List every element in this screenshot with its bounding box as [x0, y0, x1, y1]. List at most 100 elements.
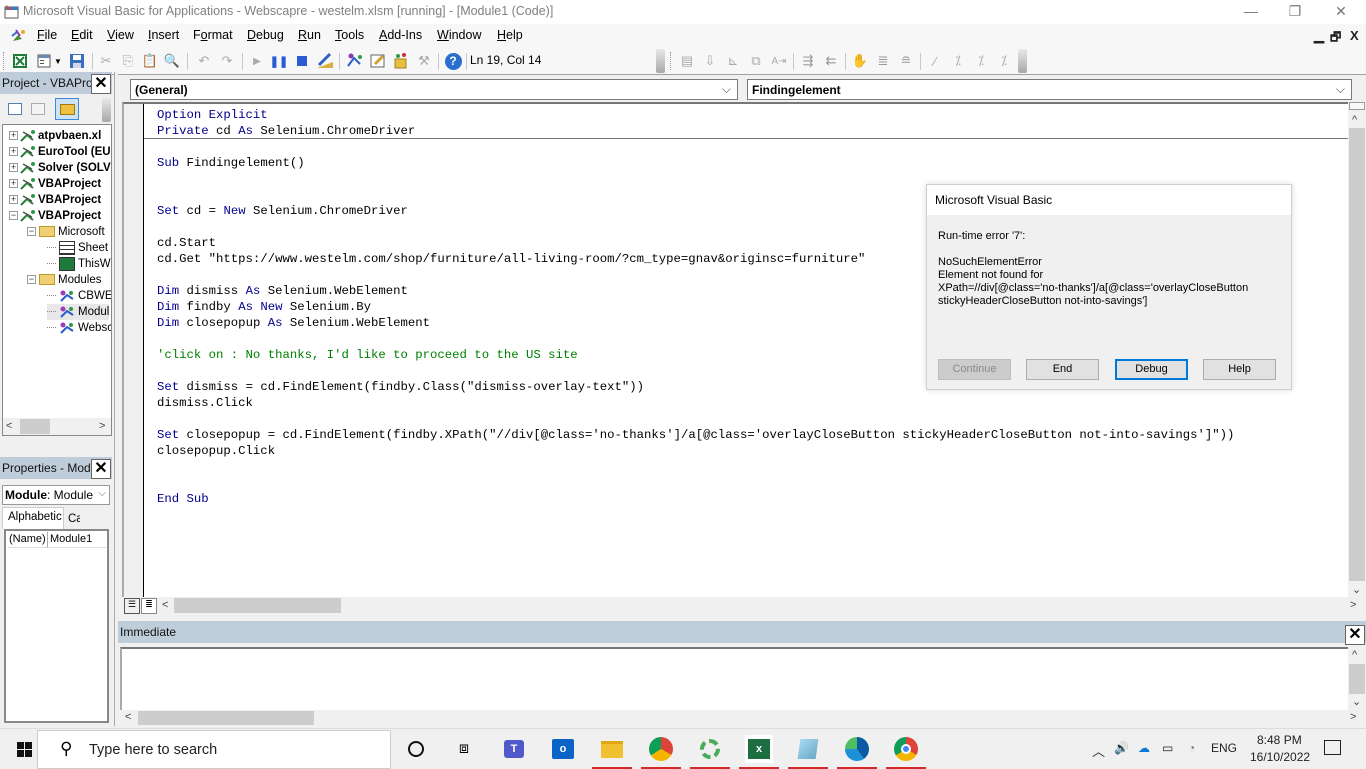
collapse-icon[interactable]: − [27, 227, 36, 237]
windows-start-icon[interactable] [17, 742, 32, 757]
reset-icon[interactable] [293, 52, 311, 70]
scroll-right-icon[interactable]: > [99, 420, 105, 432]
menu-view[interactable]: View [107, 28, 134, 42]
menu-addins[interactable]: Add-Ins [379, 28, 422, 42]
view-code-icon[interactable] [8, 103, 22, 115]
full-module-view-button[interactable]: ≣ [141, 598, 157, 614]
project-tree-item[interactable]: + atpvbaen.xl [9, 128, 101, 144]
menu-edit[interactable]: Edit [71, 28, 93, 42]
immediate-hscrollbar[interactable]: < > [120, 710, 1366, 726]
immediate-close-button[interactable]: ✕ [1345, 625, 1365, 645]
end-button[interactable]: End [1026, 359, 1099, 380]
procedure-combo[interactable]: Findingelement ⌵ [747, 79, 1352, 100]
redo-icon[interactable]: ↷ [218, 52, 236, 70]
code-margin-indicator-bar[interactable] [124, 104, 144, 597]
help-icon[interactable]: ? [444, 52, 462, 70]
menu-format[interactable]: Format [193, 28, 233, 42]
code-line[interactable]: Dim dismiss As Selenium.WebElement [157, 283, 408, 299]
scroll-thumb[interactable] [1349, 128, 1365, 581]
outlook-icon[interactable]: o [549, 735, 577, 763]
circular-app-icon[interactable] [690, 735, 730, 769]
code-line[interactable]: Set cd = New Selenium.ChromeDriver [157, 203, 408, 219]
insert-userform-icon[interactable] [35, 52, 53, 70]
expand-icon[interactable]: + [9, 195, 18, 205]
project-tree-item[interactable]: − Modules [27, 272, 101, 288]
help-button[interactable]: Help [1203, 359, 1276, 380]
undo-icon[interactable]: ↶ [195, 52, 213, 70]
project-explorer-icon[interactable] [346, 52, 364, 70]
wifi-icon[interactable]: ◔ [1188, 741, 1195, 755]
break-icon[interactable]: ❚❚ [270, 52, 288, 70]
debug-button[interactable]: Debug [1115, 359, 1188, 380]
excel-icon[interactable]: x [739, 735, 779, 769]
copy-icon[interactable]: ⎘ [119, 52, 137, 70]
object-combo[interactable]: (General) ⌵ [130, 79, 738, 100]
scroll-thumb[interactable] [20, 419, 50, 434]
expand-icon[interactable]: + [9, 163, 18, 173]
project-tree-item[interactable]: − Microsoft [27, 224, 105, 240]
code-line[interactable]: Dim findby As New Selenium.By [157, 299, 371, 315]
paste-icon[interactable]: 📋 [141, 52, 159, 70]
toolbar-overflow-button[interactable] [656, 49, 665, 73]
project-tree-item[interactable]: CBWE [47, 288, 111, 304]
edit-toolbar-overflow-button[interactable] [1018, 49, 1027, 73]
properties-window-icon[interactable] [369, 52, 387, 70]
project-tree-item[interactable]: Websc [47, 320, 111, 336]
procedure-view-button[interactable]: ☰ [124, 598, 140, 614]
menu-run[interactable]: Run [298, 28, 321, 42]
properties-panel-close-button[interactable]: ✕ [91, 459, 111, 479]
tab-alphabetic[interactable]: Alphabetic [2, 507, 64, 529]
scroll-right-icon[interactable]: > [1350, 599, 1356, 611]
clock-time[interactable]: 8:48 PM [1257, 733, 1302, 747]
project-tree-item[interactable]: Modul [47, 304, 110, 320]
scroll-down-icon[interactable]: ⌄ [1352, 695, 1361, 708]
code-line[interactable]: cd.Start [157, 235, 216, 251]
mdi-close-button[interactable]: X [1350, 28, 1359, 43]
chrome-profile-icon[interactable] [641, 735, 681, 769]
comment-block-icon[interactable]: ≣ [874, 52, 892, 70]
collapse-icon[interactable]: − [27, 275, 36, 285]
project-panel-close-button[interactable]: ✕ [91, 74, 111, 94]
scroll-up-icon[interactable]: ^ [1352, 649, 1357, 661]
object-browser-icon[interactable] [392, 52, 410, 70]
toggle-folders-button[interactable] [55, 98, 79, 120]
indent-icon[interactable]: ⇶ [799, 52, 817, 70]
code-line[interactable]: Private cd As Selenium.ChromeDriver [157, 123, 415, 139]
list-constants-icon[interactable]: ⇩ [701, 52, 719, 70]
battery-icon[interactable]: ▭ [1162, 741, 1173, 755]
vba-menu-icon[interactable] [10, 27, 28, 45]
menu-tools[interactable]: Tools [335, 28, 364, 42]
teams-icon[interactable]: T [500, 735, 528, 763]
expand-icon[interactable]: + [9, 131, 18, 141]
code-line[interactable]: Option Explicit [157, 107, 268, 123]
scroll-left-icon[interactable]: < [162, 599, 168, 611]
view-object-icon[interactable] [31, 103, 45, 115]
project-tree-item[interactable]: + Solver (SOLV [9, 160, 111, 176]
code-line[interactable]: Set dismiss = cd.FindElement(findby.Clas… [157, 379, 644, 395]
scroll-up-icon[interactable]: ^ [1352, 114, 1357, 126]
code-line[interactable]: 'click on : No thanks, I'd like to proce… [157, 347, 578, 363]
parameter-info-icon[interactable]: ⧉ [747, 52, 765, 70]
action-center-icon[interactable] [1324, 740, 1341, 755]
project-tree-item[interactable]: − VBAProject [9, 208, 101, 224]
continue-button[interactable]: Continue [938, 359, 1011, 380]
save-icon[interactable] [68, 52, 86, 70]
code-line[interactable]: Dim closepopup As Selenium.WebElement [157, 315, 430, 331]
project-tree-item[interactable]: ThisW [47, 256, 111, 272]
code-line[interactable]: closepopup.Click [157, 443, 275, 459]
view-excel-icon[interactable] [11, 52, 29, 70]
toolbar-grip[interactable] [3, 52, 6, 70]
immediate-input[interactable] [120, 647, 1348, 710]
volume-icon[interactable]: 🔊 [1114, 741, 1129, 755]
language-indicator[interactable]: ENG [1211, 741, 1237, 755]
onedrive-icon[interactable]: ☁ [1138, 741, 1150, 755]
quick-info-icon[interactable]: ⊾ [724, 52, 742, 70]
menu-window[interactable]: Window [437, 28, 481, 42]
mdi-restore-button[interactable]: 🗗 [1330, 28, 1341, 49]
insert-dropdown-arrow-icon[interactable]: ▼ [53, 52, 63, 70]
run-icon[interactable]: ▶ [248, 52, 266, 70]
cut-icon[interactable]: ✂ [97, 52, 115, 70]
menu-help[interactable]: Help [497, 28, 523, 42]
project-toolbar-overflow[interactable] [102, 98, 111, 122]
property-value[interactable]: Module1 [48, 532, 106, 548]
